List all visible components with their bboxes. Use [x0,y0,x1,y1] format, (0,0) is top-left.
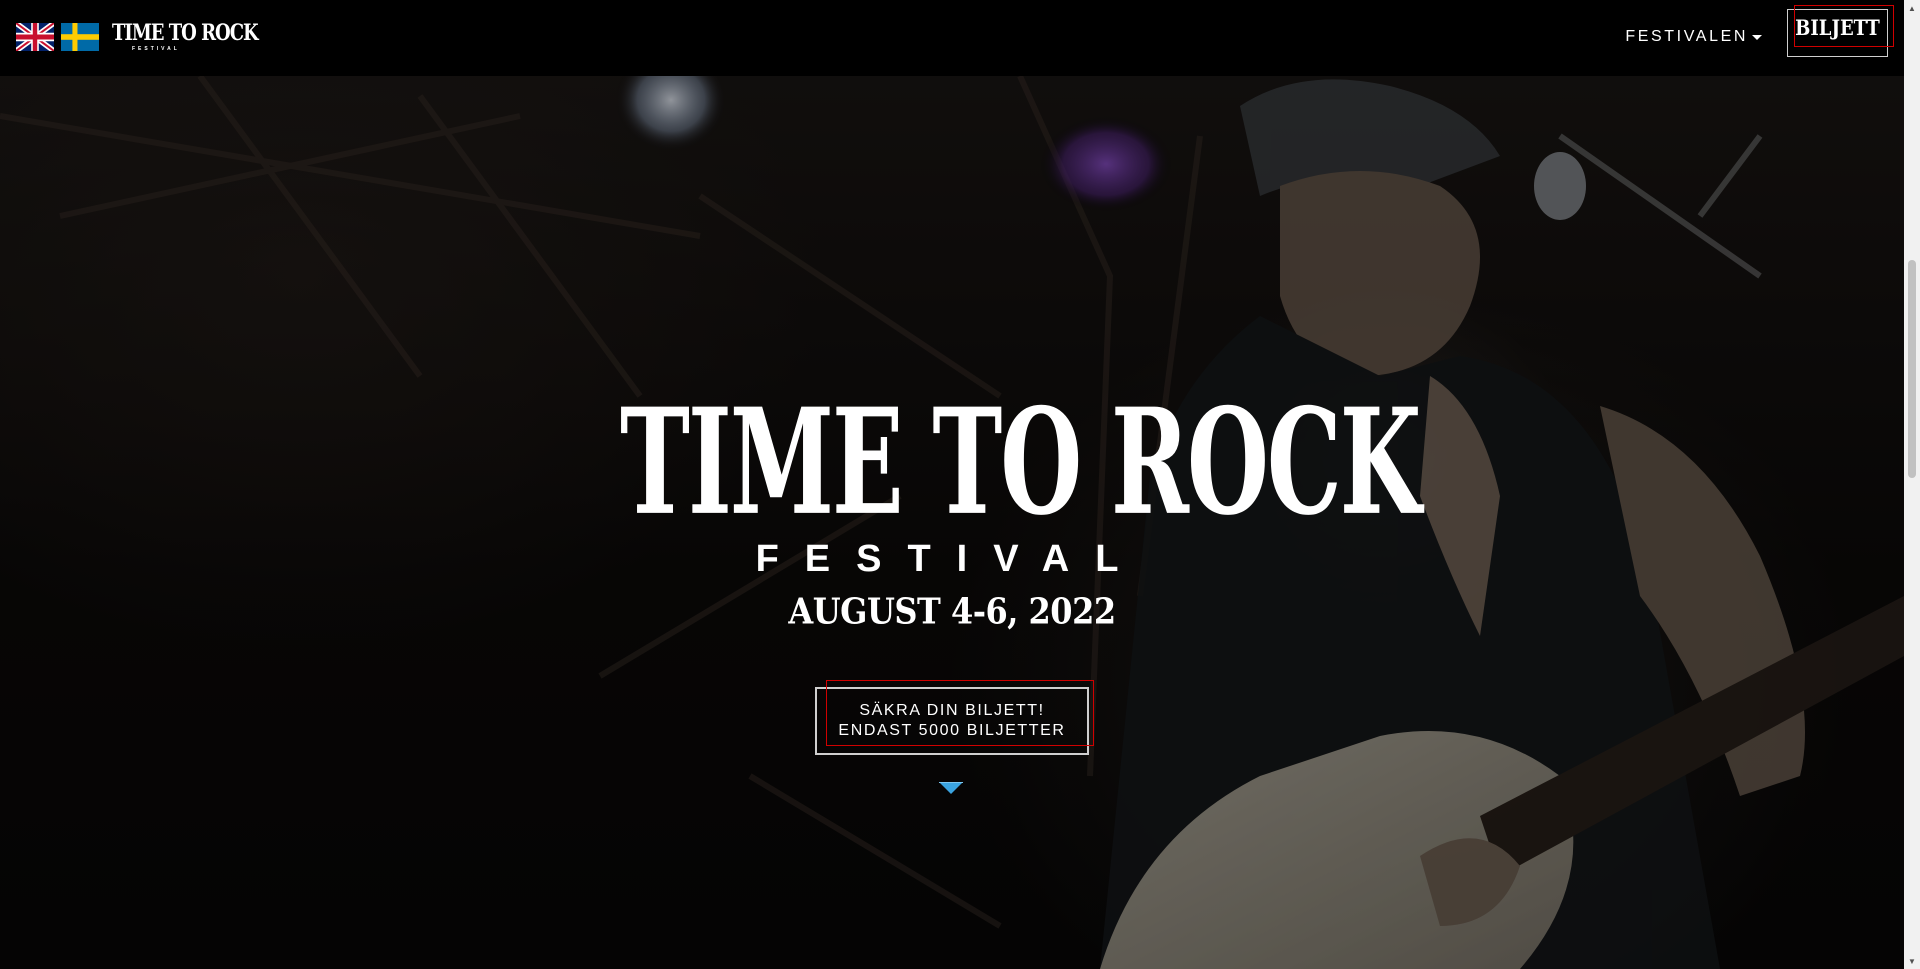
scrollbar-thumb[interactable] [1908,260,1916,478]
hero-subtitle: FESTIVAL [755,538,1145,580]
header-logo[interactable]: TIME TO ROCK FESTIVAL [110,16,259,56]
header-logo-main: TIME TO ROCK [112,20,259,47]
ticket-cta-button[interactable]: SÄKRA DIN BILJETT! ENDAST 5000 BILJETTER [815,687,1089,755]
page: TIME TO ROCK FESTIVAL FESTIVALEN BILJETT [0,0,1904,969]
nav-festivalen[interactable]: FESTIVALEN [1625,28,1762,46]
site-header: TIME TO ROCK FESTIVAL FESTIVALEN BILJETT [0,0,1904,76]
hero-section: TIME TO ROCK FESTIVAL [0,76,1904,969]
header-logo-sub: FESTIVAL [132,46,180,52]
chevron-down-icon[interactable] [939,781,963,796]
ticket-button-label: BILJETT [1795,15,1880,42]
cta-line-1: SÄKRA DIN BILJETT! [859,702,1045,719]
scroll-up-icon[interactable]: ▲ [1904,0,1920,16]
hero-date: AUGUST 4-6, 2022 [788,589,1116,633]
sweden-flag-icon[interactable] [61,23,99,51]
nav-festivalen-label: FESTIVALEN [1625,28,1748,45]
caret-down-icon [1752,34,1762,40]
uk-flag-icon[interactable] [16,23,54,51]
cta-line-2: ENDAST 5000 BILJETTER [838,722,1066,739]
hero-title: TIME TO ROCK [620,378,1421,549]
ticket-button[interactable]: BILJETT [1787,9,1888,57]
scroll-down-icon[interactable]: ▼ [1904,953,1920,969]
page-scrollbar[interactable]: ▲ ▼ [1904,0,1920,969]
